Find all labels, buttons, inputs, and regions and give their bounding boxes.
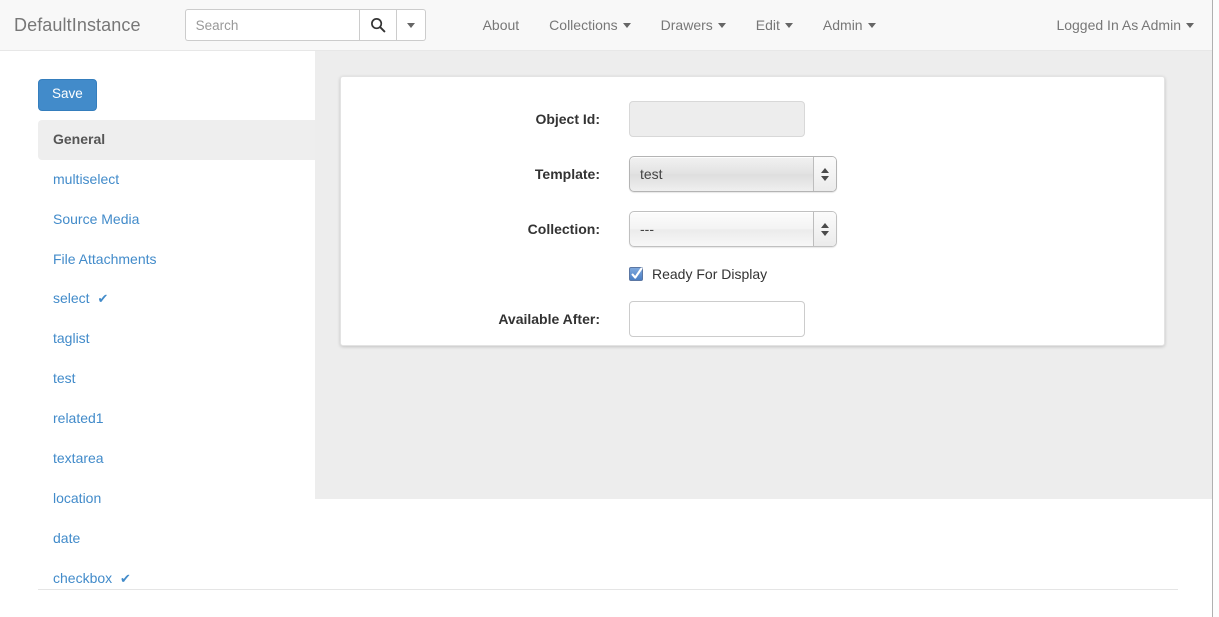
collection-label: Collection: — [527, 221, 600, 237]
nav-item-drawers[interactable]: Drawers — [646, 0, 741, 50]
page-scrollbar[interactable] — [1212, 0, 1219, 617]
form-row-ready-for-display: Ready For Display — [341, 266, 1164, 282]
nav-item-collections[interactable]: Collections — [534, 0, 645, 50]
nav-item-label: Collections — [549, 17, 618, 33]
sidebar-item-checkbox[interactable]: checkbox ✔ — [38, 559, 315, 599]
ready-for-display-label: Ready For Display — [652, 266, 768, 282]
sidebar-item-label: test — [53, 370, 76, 387]
sidebar-item-select[interactable]: select ✔ — [38, 279, 315, 319]
collection-select-value: --- — [640, 221, 654, 237]
chevron-down-icon — [784, 22, 793, 28]
sidebar-item-label: multiselect — [53, 170, 120, 187]
checkmark-icon — [631, 267, 643, 279]
form-row-template: Template: test — [341, 156, 1164, 192]
sidebar-item-location[interactable]: location — [38, 479, 315, 519]
footer-divider — [38, 589, 1178, 590]
chevron-down-icon — [821, 175, 829, 181]
sidebar-item-multiselect[interactable]: multiselect — [38, 160, 315, 200]
checkmark-icon: ✔ — [97, 291, 109, 307]
sidebar-item-label: checkbox — [53, 569, 113, 586]
search-input[interactable] — [184, 9, 359, 41]
sidebar-item-test[interactable]: test — [38, 359, 315, 399]
sidebar-item-label: select — [53, 290, 90, 307]
sidebar-item-label: location — [53, 489, 102, 506]
sidebar-item-related1[interactable]: related1 — [38, 399, 315, 439]
sidebar-item-label: taglist — [53, 330, 90, 347]
nav-item-admin[interactable]: Admin — [808, 0, 891, 50]
top-navbar: DefaultInstance About Collections Drawer… — [0, 0, 1219, 51]
general-form-panel: Object Id: Template: test Collection: --… — [340, 76, 1165, 346]
stepper-icon — [813, 157, 836, 191]
nav-item-label: Drawers — [660, 17, 713, 33]
page-body: Save General multiselect Source Media Fi… — [0, 51, 1219, 617]
sidebar-item-textarea[interactable]: textarea — [38, 439, 315, 479]
checkmark-icon: ✔ — [120, 570, 131, 586]
user-menu-area: Logged In As Admin — [1041, 0, 1219, 50]
form-row-available-after: Available After: — [341, 301, 1164, 337]
sidebar-item-label: textarea — [53, 449, 104, 466]
save-button[interactable]: Save — [38, 79, 97, 111]
form-row-collection: Collection: --- — [341, 211, 1164, 247]
chevron-up-icon — [821, 222, 829, 228]
sidebar-item-date[interactable]: date — [38, 519, 315, 559]
user-menu[interactable]: Logged In As Admin — [1041, 0, 1209, 50]
chevron-down-icon — [867, 22, 876, 28]
ready-for-display-checkbox[interactable] — [629, 267, 643, 281]
search-group — [184, 9, 426, 41]
user-menu-label: Logged In As Admin — [1056, 17, 1181, 33]
object-id-input — [629, 101, 805, 137]
object-id-label: Object Id: — [535, 111, 600, 127]
form-row-object-id: Object Id: — [341, 101, 1164, 137]
search-button[interactable] — [358, 9, 397, 41]
chevron-down-icon — [821, 230, 829, 236]
nav-item-label: Edit — [755, 17, 780, 33]
sidebar-item-taglist[interactable]: taglist — [38, 319, 315, 359]
chevron-down-icon — [717, 22, 726, 28]
nav-item-about[interactable]: About — [468, 0, 535, 50]
search-icon — [370, 17, 386, 33]
sidebar-item-label: Source Media — [53, 210, 140, 227]
template-select[interactable]: test — [629, 156, 837, 192]
search-options-dropdown-button[interactable] — [396, 9, 426, 41]
nav-item-label: Admin — [822, 17, 863, 33]
stepper-icon — [813, 212, 836, 246]
chevron-down-icon — [1186, 22, 1194, 28]
chevron-down-icon — [622, 22, 631, 28]
sidebar-item-file-attachments[interactable]: File Attachments — [38, 240, 315, 280]
sidebar-nav-list: General multiselect Source Media File At… — [38, 119, 315, 599]
template-label: Template: — [534, 166, 600, 182]
nav-item-label: About — [482, 17, 520, 33]
chevron-up-icon — [821, 167, 829, 173]
sidebar-item-source-media[interactable]: Source Media — [38, 200, 315, 240]
template-select-value: test — [640, 166, 663, 182]
chevron-down-icon — [406, 22, 415, 28]
sidebar: Save General multiselect Source Media Fi… — [0, 51, 315, 617]
sidebar-item-label: related1 — [53, 410, 104, 426]
brand-title[interactable]: DefaultInstance — [0, 0, 156, 50]
content-area: Object Id: Template: test Collection: --… — [315, 51, 1219, 499]
collection-select[interactable]: --- — [629, 211, 837, 247]
main-nav: About Collections Drawers Edit Admin — [468, 0, 891, 50]
available-after-label: Available After: — [498, 311, 600, 327]
nav-item-edit[interactable]: Edit — [741, 0, 808, 50]
sidebar-item-label: File Attachments — [53, 250, 157, 267]
available-after-input[interactable] — [629, 301, 805, 337]
sidebar-item-label: date — [53, 529, 81, 546]
sidebar-item-general[interactable]: General — [38, 119, 315, 160]
sidebar-item-label: General — [53, 130, 106, 147]
